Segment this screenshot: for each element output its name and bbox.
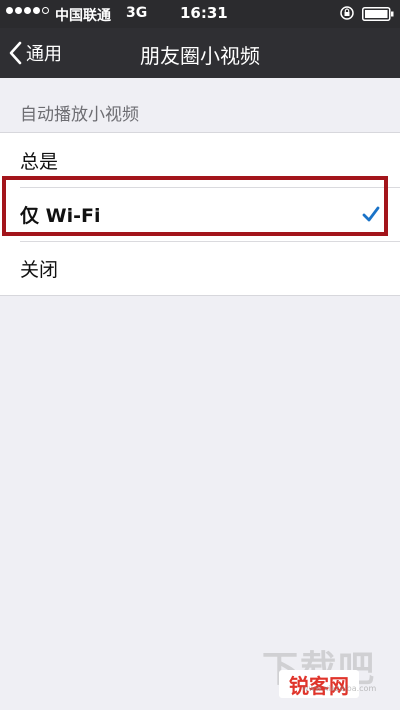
option-wifi-only[interactable]: 仅 Wi-Fi: [0, 187, 400, 241]
option-label: 仅 Wi-Fi: [20, 204, 101, 227]
option-label: 总是: [20, 150, 59, 173]
signal-dots-icon: [6, 7, 49, 14]
autoplay-option-list: 总是 仅 Wi-Fi 关闭: [0, 132, 400, 296]
watermark-url: www.xiazaiba.com: [302, 684, 377, 693]
back-label: 通用: [26, 44, 62, 65]
section-header: 自动播放小视频: [20, 105, 139, 125]
option-label: 关闭: [20, 258, 59, 281]
network-type: 3G: [126, 5, 148, 21]
back-button[interactable]: 通用: [8, 36, 62, 70]
carrier-name: 中国联通: [55, 8, 111, 24]
status-bar: 中国联通 3G 16:31: [0, 0, 400, 28]
clock: 16:31: [180, 4, 228, 22]
battery-icon: [362, 7, 394, 21]
chevron-left-icon: [9, 41, 22, 65]
option-always[interactable]: 总是: [0, 133, 400, 187]
option-off[interactable]: 关闭: [0, 241, 400, 295]
navigation-bar: 通用 朋友圈小视频: [0, 28, 400, 78]
checkmark-icon: [362, 206, 380, 222]
rotation-lock-icon: [340, 6, 354, 20]
